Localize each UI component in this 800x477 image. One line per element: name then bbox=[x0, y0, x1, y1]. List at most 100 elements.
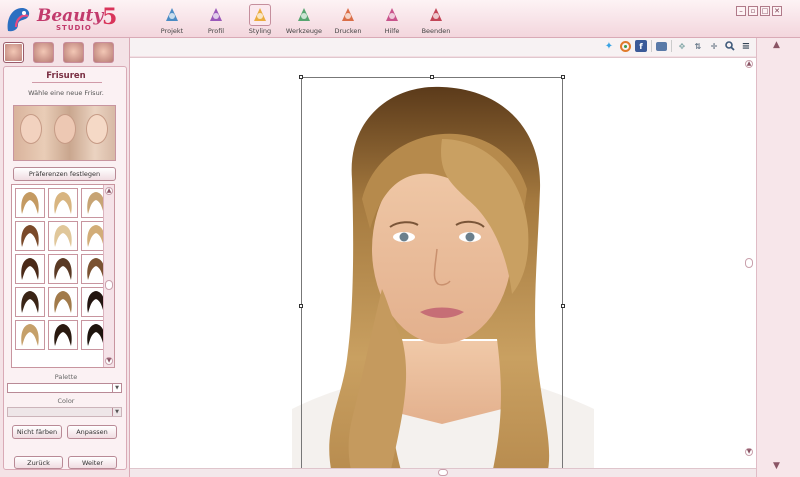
toolbar-label: Styling bbox=[248, 27, 272, 35]
sidebar: Frisuren Wähle eine neue Frisur. Präfere… bbox=[0, 38, 130, 477]
toolbar-label: Werkzeuge bbox=[285, 27, 323, 35]
preview-face bbox=[54, 114, 76, 144]
close-button[interactable]: ✕ bbox=[772, 6, 782, 16]
sidebar-tabs bbox=[3, 42, 114, 63]
hairstyle-thumbnail[interactable] bbox=[48, 320, 78, 350]
toolbar-label: Projekt bbox=[160, 27, 184, 35]
toolbar-beenden-button[interactable]: Beenden bbox=[414, 2, 458, 36]
no-color-button[interactable]: Nicht färben bbox=[12, 425, 62, 439]
window-controls: – ▫ □ ✕ bbox=[736, 6, 782, 16]
separator bbox=[651, 40, 652, 52]
hairstyle-thumbnail[interactable] bbox=[15, 188, 45, 218]
canvas-vertical-scrollbar[interactable]: ▲ ▼ bbox=[745, 60, 754, 464]
canvas-toolbar: ✦ f ✥ ⇅ ✛ ≡ bbox=[130, 38, 756, 56]
scroll-up-icon[interactable]: ▲ bbox=[745, 60, 753, 68]
screen-icon[interactable] bbox=[656, 41, 667, 51]
tab-face-3[interactable] bbox=[63, 42, 84, 63]
toolbar-styling-button[interactable]: Styling bbox=[238, 2, 282, 36]
hairstyle-thumbnail[interactable] bbox=[15, 320, 45, 350]
maximize-button[interactable]: □ bbox=[760, 6, 770, 16]
chevron-down-icon: ▼ bbox=[112, 384, 121, 392]
app-version: 5 bbox=[102, 4, 118, 30]
color-label: Color bbox=[57, 397, 75, 405]
restore-button[interactable]: ▫ bbox=[748, 6, 758, 16]
preferences-button[interactable]: Präferenzen festlegen bbox=[13, 167, 116, 181]
canvas-horizontal-scrollbar[interactable] bbox=[130, 468, 756, 477]
selection-box[interactable] bbox=[299, 75, 565, 470]
toolbar-hilfe-button[interactable]: Hilfe bbox=[370, 2, 414, 36]
toolbar-label: Beenden bbox=[421, 27, 451, 35]
help-icon bbox=[381, 4, 403, 26]
tools-icon bbox=[293, 4, 315, 26]
separator bbox=[671, 40, 672, 52]
move-icon[interactable]: ✥ bbox=[676, 40, 688, 52]
palette-label: Palette bbox=[54, 373, 78, 381]
adjust-button[interactable]: Anpassen bbox=[67, 425, 117, 439]
chevron-down-icon: ▼ bbox=[112, 408, 121, 416]
scroll-thumb[interactable] bbox=[745, 258, 753, 268]
panel-subtitle: Wähle eine neue Frisur. bbox=[28, 89, 104, 97]
back-button[interactable]: Zurück bbox=[14, 456, 63, 469]
main-toolbar: Projekt Profil Styling Werkzeuge Drucken Hilf… bbox=[150, 2, 458, 36]
title-bar: Beauty STUDIO 5 Projekt Profil Styling Werk… bbox=[0, 0, 800, 38]
styling-icon bbox=[249, 4, 271, 26]
hairstyle-scrollbar[interactable]: ▲ ▼ bbox=[103, 185, 114, 367]
right-panel: ▲ ▼ bbox=[756, 38, 800, 477]
scroll-up-icon[interactable]: ▲ bbox=[105, 187, 113, 195]
next-button[interactable]: Weiter bbox=[68, 456, 117, 469]
resize-handle[interactable] bbox=[561, 75, 565, 79]
hairstyle-thumbnail[interactable] bbox=[48, 287, 78, 317]
share-icon[interactable] bbox=[619, 40, 631, 52]
resize-handle[interactable] bbox=[299, 75, 303, 79]
scroll-down-icon[interactable]: ▼ bbox=[745, 448, 753, 456]
rotate-icon[interactable]: ⇅ bbox=[692, 40, 704, 52]
photo-canvas[interactable]: ▲ ▼ bbox=[130, 57, 756, 477]
app-logo: Beauty STUDIO 5 bbox=[4, 3, 124, 35]
project-icon bbox=[161, 4, 183, 26]
app-subtitle: STUDIO bbox=[56, 24, 92, 32]
resize-handle[interactable] bbox=[561, 304, 565, 308]
print-icon bbox=[337, 4, 359, 26]
toolbar-profil-button[interactable]: Profil bbox=[194, 2, 238, 36]
zoom-icon[interactable] bbox=[724, 40, 736, 52]
chevron-up-icon[interactable]: ▲ bbox=[773, 40, 780, 50]
profile-icon bbox=[205, 4, 227, 26]
palette-select[interactable]: ▼ bbox=[7, 383, 122, 393]
toolbar-werkzeuge-button[interactable]: Werkzeuge bbox=[282, 2, 326, 36]
panel-title: Frisuren bbox=[46, 71, 86, 81]
twitter-icon[interactable]: ✦ bbox=[603, 40, 615, 52]
scroll-thumb[interactable] bbox=[105, 280, 113, 290]
hairstyle-thumbnail[interactable] bbox=[48, 188, 78, 218]
menu-icon[interactable]: ≡ bbox=[740, 40, 752, 52]
toolbar-drucken-button[interactable]: Drucken bbox=[326, 2, 370, 36]
facebook-icon[interactable]: f bbox=[635, 40, 647, 52]
tab-face-1[interactable] bbox=[3, 42, 24, 63]
preview-face bbox=[86, 114, 108, 144]
exit-icon bbox=[425, 4, 447, 26]
color-select[interactable]: ▼ bbox=[7, 407, 122, 417]
toolbar-label: Profil bbox=[207, 27, 225, 35]
minimize-button[interactable]: – bbox=[736, 6, 746, 16]
logo-mark-icon bbox=[7, 8, 30, 32]
hairstyle-thumbnail[interactable] bbox=[15, 221, 45, 251]
scroll-down-icon[interactable]: ▼ bbox=[105, 357, 113, 365]
hairstyle-thumbnail[interactable] bbox=[15, 254, 45, 284]
chevron-down-icon[interactable]: ▼ bbox=[773, 461, 780, 471]
hairstyle-thumbnail[interactable] bbox=[48, 221, 78, 251]
resize-handle[interactable] bbox=[430, 75, 434, 79]
scroll-thumb[interactable] bbox=[438, 469, 448, 476]
tab-face-4[interactable] bbox=[93, 42, 114, 63]
app-title: Beauty bbox=[37, 6, 104, 26]
tab-face-2[interactable] bbox=[33, 42, 54, 63]
resize-handle[interactable] bbox=[299, 304, 303, 308]
toolbar-label: Hilfe bbox=[384, 27, 400, 35]
toolbar-label: Drucken bbox=[334, 27, 362, 35]
hairstyle-thumbnail[interactable] bbox=[48, 254, 78, 284]
crosshair-icon[interactable]: ✛ bbox=[708, 40, 720, 52]
hairstyle-thumbnail[interactable] bbox=[15, 287, 45, 317]
hairstyle-preview-image bbox=[13, 105, 116, 161]
toolbar-projekt-button[interactable]: Projekt bbox=[150, 2, 194, 36]
hairstyle-grid bbox=[15, 188, 111, 350]
hairstyle-panel: Frisuren Wähle eine neue Frisur. Präfere… bbox=[3, 66, 127, 470]
preview-face bbox=[20, 114, 42, 144]
